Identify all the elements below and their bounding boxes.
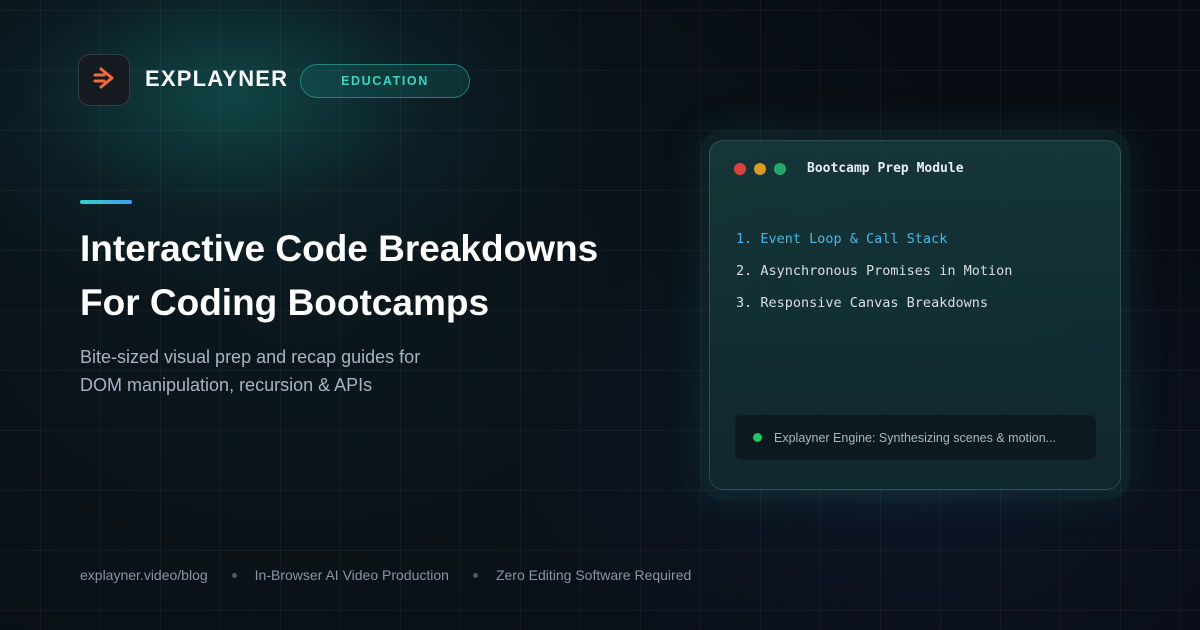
status-dot-icon — [753, 433, 762, 442]
module-item-event-loop: 1. Event Loop & Call Stack — [736, 231, 948, 247]
engine-status-text: Explayner Engine: Synthesizing scenes & … — [774, 430, 1057, 445]
minimize-dot-icon — [754, 163, 766, 175]
separator-dot-icon — [231, 572, 237, 578]
module-item-canvas: 3. Responsive Canvas Breakdowns — [736, 295, 988, 311]
footer-feature-1: In-Browser AI Video Production — [254, 567, 449, 583]
subtitle: Bite-sized visual prep and recap guides … — [80, 343, 510, 399]
brand-logo — [78, 54, 130, 106]
engine-status-bar: Explayner Engine: Synthesizing scenes & … — [734, 414, 1097, 461]
close-dot-icon — [734, 163, 746, 175]
footer-feature-2: Zero Editing Software Required — [495, 567, 692, 583]
window-title: Bootcamp Prep Module — [807, 161, 964, 176]
footer: explayner.video/blog In-Browser AI Video… — [80, 567, 691, 583]
headline-line-1: Interactive Code Breakdowns — [80, 228, 599, 269]
play-arrow-lines-icon — [91, 65, 117, 96]
accent-divider — [80, 200, 132, 204]
window-controls — [734, 163, 794, 175]
headline-line-2: For Coding Bootcamps — [80, 282, 490, 323]
subtitle-line-2: DOM manipulation, recursion & APIs — [80, 375, 373, 395]
footer-url: explayner.video/blog — [80, 567, 208, 583]
maximize-dot-icon — [774, 163, 786, 175]
brand-name: EXPLAYNER — [145, 66, 289, 91]
page-title: Interactive Code Breakdowns For Coding B… — [80, 222, 680, 330]
subtitle-line-1: Bite-sized visual prep and recap guides … — [80, 347, 421, 367]
module-list: 1. Event Loop & Call Stack 2. Asynchrono… — [736, 223, 1012, 319]
module-item-promises: 2. Asynchronous Promises in Motion — [736, 263, 1013, 279]
separator-dot-icon — [472, 572, 478, 578]
code-window: Bootcamp Prep Module 1. Event Loop & Cal… — [709, 140, 1121, 490]
category-badge: EDUCATION — [300, 64, 470, 98]
